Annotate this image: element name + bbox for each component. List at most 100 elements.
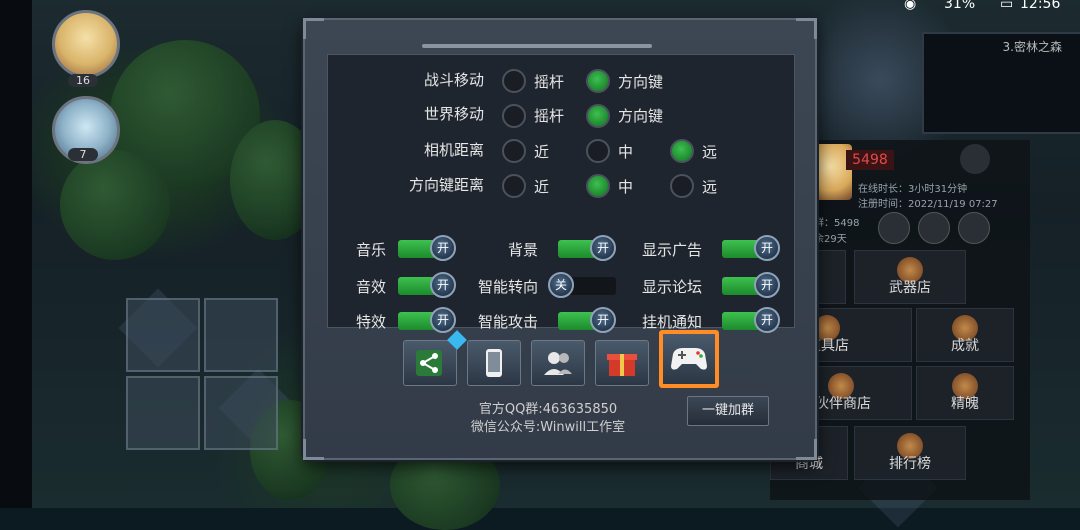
- spirit-label: 精魄: [951, 396, 979, 412]
- clock: 12:56: [1020, 0, 1061, 12]
- gamepad-icon: [671, 348, 707, 370]
- gift-icon: [607, 354, 637, 376]
- show-forum-toggle[interactable]: 开: [722, 272, 780, 298]
- camera-near-label: 近: [534, 143, 550, 161]
- settings-panel: 战斗移动 摇杆 方向键 世界移动 摇杆 方向键 相机距离 近 中 远 方向键距离…: [327, 54, 795, 333]
- music-toggle[interactable]: 开: [398, 235, 456, 261]
- wechat-text: 微信公众号:Winwill工作室: [470, 420, 626, 435]
- smart-attack-label: 智能攻击: [478, 313, 539, 331]
- phone-button[interactable]: [467, 340, 521, 386]
- hero-avatar[interactable]: [52, 10, 120, 78]
- online-time: 在线时长：3小时31分钟: [858, 184, 968, 195]
- world-move-dpad-radio[interactable]: [586, 104, 610, 128]
- sfx-toggle[interactable]: 开: [398, 272, 456, 298]
- vip-icon[interactable]: [878, 212, 910, 244]
- combat-move-dpad-label: 方向键: [618, 73, 664, 91]
- partner-shop-label: 伙伴商店: [815, 396, 871, 412]
- combat-move-joystick-label: 摇杆: [534, 73, 565, 91]
- weapon-shop-button[interactable]: 武器店: [854, 250, 966, 304]
- smart-turn-label: 智能转向: [478, 278, 539, 296]
- pet-level: 7: [68, 148, 98, 161]
- idle-notify-toggle[interactable]: 开: [722, 307, 780, 333]
- smart-turn-toggle-knob: 关: [548, 272, 574, 298]
- friends-button[interactable]: [531, 340, 585, 386]
- idle-notify-toggle-knob: 开: [754, 307, 780, 333]
- days-left: 余29天: [814, 234, 847, 245]
- show-forum-toggle-knob: 开: [754, 272, 780, 298]
- world-move-joystick-label: 摇杆: [534, 107, 565, 125]
- dpad-mid-radio[interactable]: [586, 174, 610, 198]
- eye-icon: ◉: [904, 0, 917, 12]
- friends-icon: [544, 352, 572, 375]
- combat-move-label: 战斗移动: [423, 71, 484, 89]
- dpad-near-label: 近: [534, 178, 550, 196]
- dpad-down-left[interactable]: [126, 376, 200, 450]
- gift-button[interactable]: [595, 340, 649, 386]
- world-move-dpad-label: 方向键: [618, 107, 664, 125]
- show-ads-toggle[interactable]: 开: [722, 235, 780, 261]
- location-name: 3.密林之森: [1002, 40, 1062, 54]
- spirit-button[interactable]: 精魄: [916, 366, 1014, 420]
- camera-mid-label: 中: [618, 143, 634, 161]
- sfx-toggle-knob: 开: [430, 272, 456, 298]
- camera-near-radio[interactable]: [502, 139, 526, 163]
- qq-group-text: 官方QQ群:463635850: [478, 402, 618, 417]
- effects-toggle-knob: 开: [430, 307, 456, 333]
- hero-level: 16: [68, 74, 98, 87]
- weapon-shop-label: 武器店: [889, 280, 931, 296]
- achievement-button[interactable]: 成就: [916, 308, 1014, 362]
- effects-toggle[interactable]: 开: [398, 307, 456, 333]
- battery-icon: ▭: [1000, 0, 1014, 12]
- share-icon: [416, 350, 442, 376]
- dpad-up-right[interactable]: [204, 298, 278, 372]
- dialog-corner: [796, 439, 817, 460]
- tree-icon: [60, 150, 170, 260]
- sfx-label: 音效: [356, 278, 387, 296]
- dpad-far-label: 远: [702, 178, 718, 196]
- music-label: 音乐: [356, 241, 387, 259]
- smart-attack-toggle-knob: 开: [590, 307, 616, 333]
- combat-move-dpad-radio[interactable]: [586, 69, 610, 93]
- dialog-drag-handle[interactable]: [422, 44, 652, 48]
- join-group-button[interactable]: 一键加群: [687, 396, 769, 426]
- power-value: 5498: [846, 150, 894, 170]
- dpad-up-left[interactable]: [126, 298, 200, 372]
- guild-value: 群：5498: [814, 218, 860, 229]
- settings-dialog: 战斗移动 摇杆 方向键 世界移动 摇杆 方向键 相机距离 近 中 远 方向键距离…: [303, 18, 817, 460]
- dpad-down-right[interactable]: [204, 376, 278, 450]
- settings-gear-icon[interactable]: [958, 212, 990, 244]
- background-toggle[interactable]: 开: [558, 235, 616, 261]
- idle-notify-label: 挂机通知: [642, 313, 703, 331]
- share-button[interactable]: [403, 330, 467, 386]
- camera-far-radio[interactable]: [670, 139, 694, 163]
- dpad-mid-label: 中: [618, 178, 634, 196]
- show-ads-toggle-knob: 开: [754, 235, 780, 261]
- music-toggle-knob: 开: [430, 235, 456, 261]
- camera-far-label: 远: [702, 143, 718, 161]
- dpad-far-radio[interactable]: [670, 174, 694, 198]
- phone-icon: [486, 349, 502, 377]
- smart-turn-toggle[interactable]: 关: [548, 272, 616, 298]
- camera-distance-label: 相机距离: [423, 141, 484, 159]
- battery-percent: 31%: [944, 0, 976, 12]
- camera-mid-radio[interactable]: [586, 139, 610, 163]
- smart-attack-toggle[interactable]: 开: [558, 307, 616, 333]
- dpad-near-radio[interactable]: [502, 174, 526, 198]
- ranking-button[interactable]: 排行榜: [854, 426, 966, 480]
- achievement-label: 成就: [951, 338, 979, 354]
- show-forum-label: 显示论坛: [642, 278, 703, 296]
- screen-edge: [0, 0, 32, 508]
- world-move-joystick-radio[interactable]: [502, 104, 526, 128]
- dialog-corner: [796, 18, 817, 39]
- sword-icon[interactable]: [960, 144, 990, 174]
- world-move-label: 世界移动: [423, 105, 484, 123]
- minimap[interactable]: 3.密林之森: [922, 32, 1080, 134]
- dialog-corner: [303, 18, 324, 39]
- status-bar: ◉ 31% ▭ 12:56: [0, 0, 1080, 14]
- dialog-corner: [303, 439, 324, 460]
- background-label: 背景: [508, 241, 539, 259]
- gamepad-button[interactable]: [659, 330, 719, 388]
- combat-move-joystick-radio[interactable]: [502, 69, 526, 93]
- mail-icon[interactable]: [918, 212, 950, 244]
- show-ads-label: 显示广告: [642, 241, 703, 259]
